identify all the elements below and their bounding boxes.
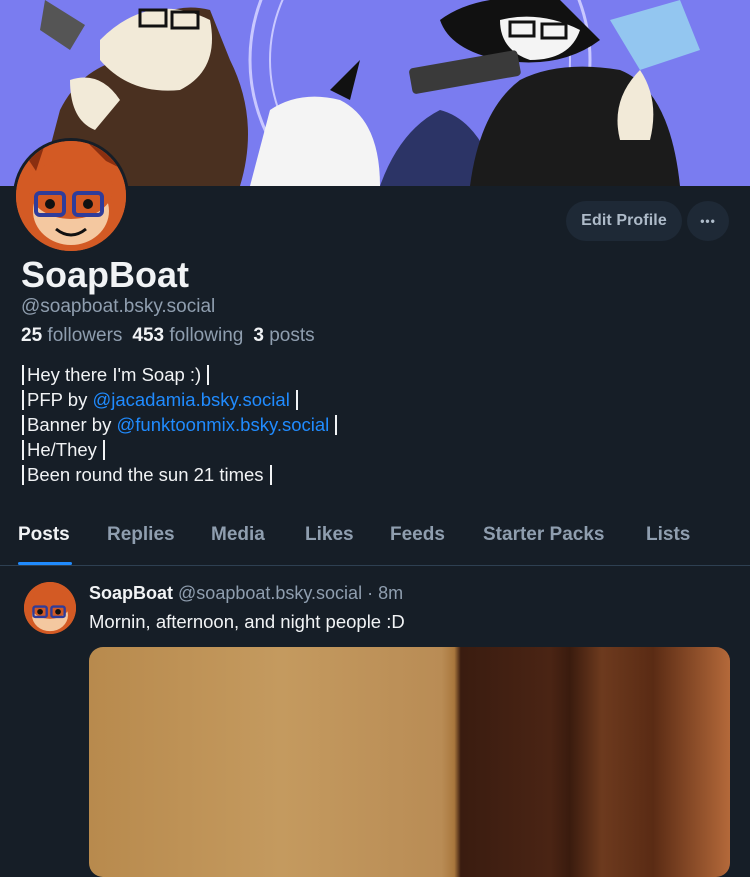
tab-feeds[interactable]: Feeds [390,524,445,546]
tab-starter-packs[interactable]: Starter Packs [483,524,604,546]
tab-media[interactable]: Media [211,524,265,546]
profile-tabs: Posts Replies Media Likes Feeds Starter … [0,518,750,566]
post-header: SoapBoat @soapboat.bsky.social · 8m [89,583,403,604]
post-author-handle[interactable]: @soapboat.bsky.social [178,583,362,603]
banner-credit-link[interactable]: @funktoonmix.bsky.social [116,414,329,435]
ellipsis-icon: ••• [700,214,716,228]
post-text: Mornin, afternoon, and night people :D [89,611,405,632]
tab-replies[interactable]: Replies [107,524,175,546]
bio-line: Banner by @funktoonmix.bsky.social [21,412,340,437]
profile-handle: @soapboat.bsky.social [21,296,216,317]
followers-label: followers [47,325,123,346]
profile-bio: Hey there I'm Soap :) PFP by @jacadamia.… [21,362,340,487]
pfp-credit-link[interactable]: @jacadamia.bsky.social [92,389,289,410]
bio-text: Been round the sun 21 times [27,464,264,485]
bio-line: Hey there I'm Soap :) [21,362,340,387]
active-tab-indicator [18,562,72,565]
profile-avatar[interactable] [16,141,126,251]
posts-label: posts [269,325,315,346]
followers-stat[interactable]: 25 followers [21,325,122,347]
post-author-avatar[interactable] [24,582,76,634]
tab-posts[interactable]: Posts [18,524,70,546]
bio-text: He/They [27,439,97,460]
profile-display-name: SoapBoat [21,254,190,295]
profile-stats: 25 followers 453 following 3 posts [21,325,319,347]
more-options-button[interactable]: ••• [687,201,729,241]
post-separator: · [367,583,374,603]
post-timestamp[interactable]: 8m [378,583,403,603]
edit-profile-button[interactable]: Edit Profile [566,201,682,241]
post-image[interactable] [89,647,730,877]
profile-avatar-container[interactable] [13,138,129,254]
bio-line: Been round the sun 21 times [21,462,340,487]
following-label: following [169,325,244,346]
post-author-name[interactable]: SoapBoat [89,583,173,603]
tab-likes[interactable]: Likes [305,524,354,546]
bio-line: He/They [21,437,340,462]
following-count: 453 [132,325,165,346]
posts-count: 3 [253,325,264,346]
tab-lists[interactable]: Lists [646,524,690,546]
bio-text: PFP by [27,389,93,410]
bio-text: Hey there I'm Soap :) [27,364,202,385]
bio-text: Banner by [27,414,117,435]
followers-count: 25 [21,325,43,346]
posts-stat: 3 posts [253,325,314,347]
following-stat[interactable]: 453 following [132,325,243,347]
bio-line: PFP by @jacadamia.bsky.social [21,387,340,412]
